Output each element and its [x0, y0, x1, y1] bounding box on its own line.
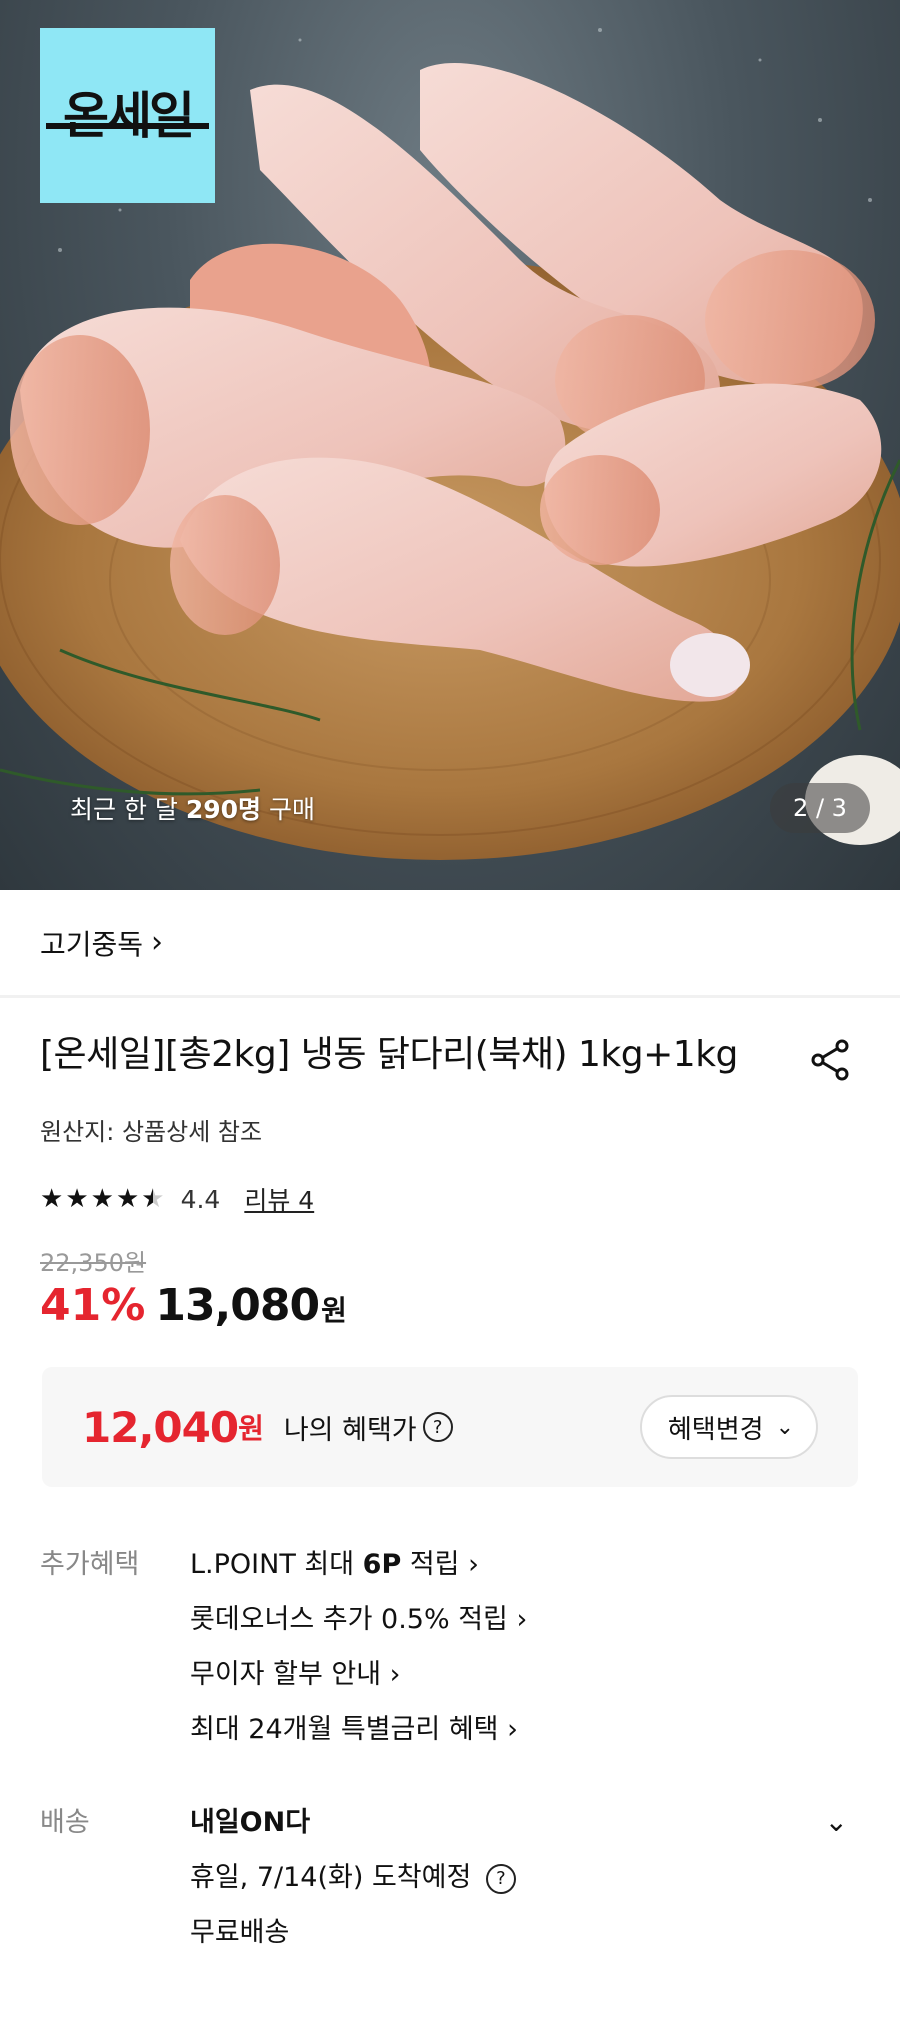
- benefit-price: 12,040: [82, 1402, 239, 1452]
- extra-benefits-section: 추가혜택 L.POINT 최대 6P 적립 › 롯데오너스 추가 0.5% 적립 …: [0, 1537, 900, 1757]
- change-benefit-button[interactable]: 혜택변경 ⌄: [639, 1395, 818, 1459]
- brand-store-link[interactable]: 고기중독 ›: [0, 890, 900, 998]
- arrival-date: 휴일, 7/14(화) 도착예정: [190, 1862, 472, 1893]
- product-image-carousel[interactable]: 온세일 최근 한 달 290명 구매 2 / 3: [0, 0, 900, 890]
- delivery-label: 배송: [40, 1807, 90, 1838]
- star-half-icon: ★: [141, 1184, 165, 1214]
- change-benefit-label: 혜택변경: [667, 1414, 764, 1445]
- chevron-right-icon: ›: [151, 925, 164, 960]
- logo-underline: [46, 123, 209, 129]
- extra-benefits-label: 추가혜택: [40, 1549, 140, 1580]
- my-benefit-price-box: 12,040 원 나의 혜택가 ? 혜택변경 ⌄: [42, 1367, 858, 1487]
- question-circle-icon[interactable]: ?: [422, 1412, 453, 1442]
- extra-benefit-text: 롯데오너스 추가 0.5% 적립 ›: [190, 1604, 528, 1635]
- buyers-prefix: 최근 한 달: [70, 795, 186, 824]
- rating-row: ★ ★ ★ ★ ★ 4.4 리뷰 4: [40, 1181, 860, 1217]
- extra-benefit-link[interactable]: 무이자 할부 안내 ›: [190, 1647, 860, 1702]
- delivery-service-label: 내일ON다: [190, 1807, 311, 1838]
- original-price: 22,350원: [40, 1249, 147, 1277]
- shipping-fee: 무료배송: [190, 1917, 290, 1948]
- extra-benefit-link[interactable]: 최대 24개월 특별금리 혜택 ›: [190, 1702, 860, 1757]
- rating-score: 4.4: [180, 1184, 221, 1214]
- recent-buyers-text: 최근 한 달 290명 구매: [70, 790, 315, 826]
- extra-benefit-highlight: 6P: [362, 1549, 402, 1580]
- extra-benefit-text-suffix: 적립 ›: [401, 1549, 479, 1580]
- buyers-count: 290명: [185, 795, 262, 824]
- benefit-label: 나의 혜택가: [283, 1414, 417, 1446]
- logo-text: 온세일: [63, 86, 195, 145]
- extra-benefit-text: 무이자 할부 안내 ›: [190, 1659, 401, 1690]
- extra-benefits-list: L.POINT 최대 6P 적립 › 롯데오너스 추가 0.5% 적립 › 무이자 …: [190, 1537, 860, 1757]
- rating-stars: ★ ★ ★ ★ ★: [40, 1186, 165, 1212]
- extra-benefit-link[interactable]: 롯데오너스 추가 0.5% 적립 ›: [190, 1592, 860, 1647]
- sale-price: 13,080: [155, 1280, 320, 1331]
- brand-name: 고기중독: [40, 927, 144, 961]
- brand-logo-badge: 온세일: [40, 28, 215, 203]
- question-circle-icon[interactable]: ?: [485, 1863, 516, 1894]
- product-title: [온세일][총2kg] 냉동 닭다리(북채) 1kg+1kg: [40, 1034, 738, 1075]
- carousel-page-indicator: 2 / 3: [770, 783, 870, 833]
- share-icon[interactable]: [808, 1038, 852, 1082]
- star-icon: ★: [40, 1184, 64, 1214]
- benefit-currency: 원: [238, 1412, 264, 1445]
- star-icon: ★: [65, 1184, 89, 1214]
- sale-price-row: 41% 13,080 원: [40, 1280, 860, 1331]
- star-icon: ★: [115, 1184, 140, 1214]
- buyers-suffix: 구매: [261, 795, 315, 824]
- chevron-down-icon: ⌄: [775, 1414, 794, 1440]
- delivery-arrival: 휴일, 7/14(화) 도착예정 ?: [190, 1850, 860, 1905]
- delivery-section: 배송 내일ON다 휴일, 7/14(화) 도착예정 ? 무료배송 ⌄: [0, 1795, 900, 1960]
- review-count-link[interactable]: 리뷰 4: [244, 1181, 314, 1217]
- extra-benefit-link[interactable]: L.POINT 최대 6P 적립 ›: [190, 1537, 860, 1592]
- star-icon: ★: [90, 1184, 114, 1214]
- product-info: [온세일][총2kg] 냉동 닭다리(북채) 1kg+1kg 원산지: 상품상세…: [0, 998, 900, 1331]
- origin-info: 원산지: 상품상세 참조: [40, 1118, 263, 1146]
- delivery-details: 내일ON다 휴일, 7/14(화) 도착예정 ? 무료배송: [190, 1795, 860, 1960]
- delivery-service-name: 내일ON다: [190, 1795, 860, 1850]
- discount-rate: 41%: [40, 1280, 146, 1331]
- extra-benefit-text: L.POINT 최대: [190, 1549, 363, 1580]
- price-currency: 원: [321, 1294, 347, 1327]
- extra-benefit-text: 최대 24개월 특별금리 혜택 ›: [190, 1714, 518, 1745]
- chevron-down-icon[interactable]: ⌄: [825, 1805, 848, 1838]
